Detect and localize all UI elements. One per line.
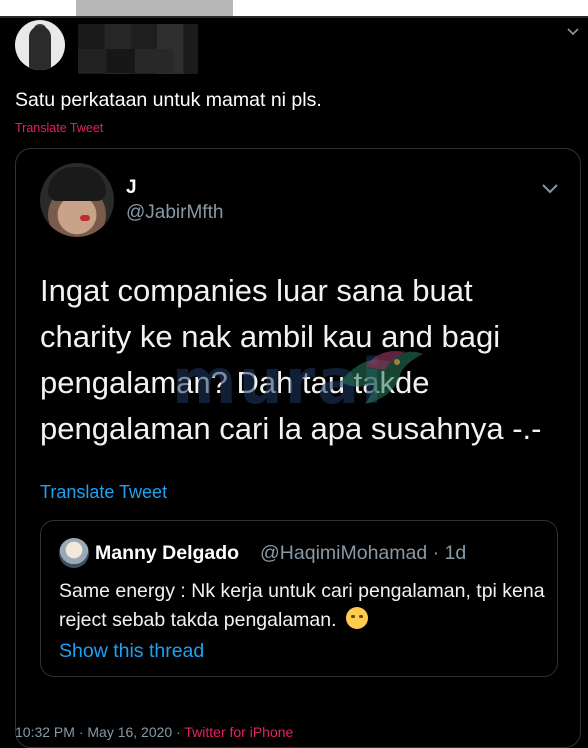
quoted-display-name[interactable]: J <box>126 177 137 199</box>
top-redacted-bar <box>0 0 588 16</box>
show-thread-link[interactable]: Show this thread <box>59 640 204 663</box>
tweet-text: Satu perkataan untuk mamat ni pls. <box>15 89 322 111</box>
avatar[interactable] <box>15 20 65 70</box>
tweet-time[interactable]: 10:32 PM · May 16, 2020 · <box>15 724 184 740</box>
woozy-face-icon <box>345 607 368 629</box>
avatar-figure <box>29 26 51 70</box>
inner-avatar[interactable] <box>59 538 89 568</box>
avatar-lip <box>80 215 90 221</box>
bird-watermark-icon <box>340 351 423 404</box>
translate-tweet-link[interactable]: Translate Tweet <box>40 482 167 503</box>
avatar-hair <box>48 167 106 201</box>
inner-text: Same energy : Nk kerja untuk cari pengal… <box>59 580 545 631</box>
inner-handle-date[interactable]: @HaqimiMohamad · 1d <box>260 542 466 565</box>
tweet-source[interactable]: Twitter for iPhone <box>184 724 293 740</box>
redaction-block <box>76 0 233 16</box>
quoted-avatar[interactable] <box>40 163 114 237</box>
divider <box>0 16 588 18</box>
inner-display-name[interactable]: Manny Delgado <box>95 542 239 565</box>
chevron-down-icon[interactable] <box>566 26 580 38</box>
tweet-meta: 10:32 PM · May 16, 2020 · Twitter for iP… <box>15 724 293 740</box>
translate-tweet-link[interactable]: Translate Tweet <box>15 121 103 135</box>
redacted-user-name <box>78 24 198 74</box>
inner-tweet-text: Same energy : Nk kerja untuk cari pengal… <box>59 577 554 635</box>
quoted-handle[interactable]: @JabirMfth <box>126 202 223 224</box>
chevron-down-icon[interactable] <box>541 181 559 195</box>
